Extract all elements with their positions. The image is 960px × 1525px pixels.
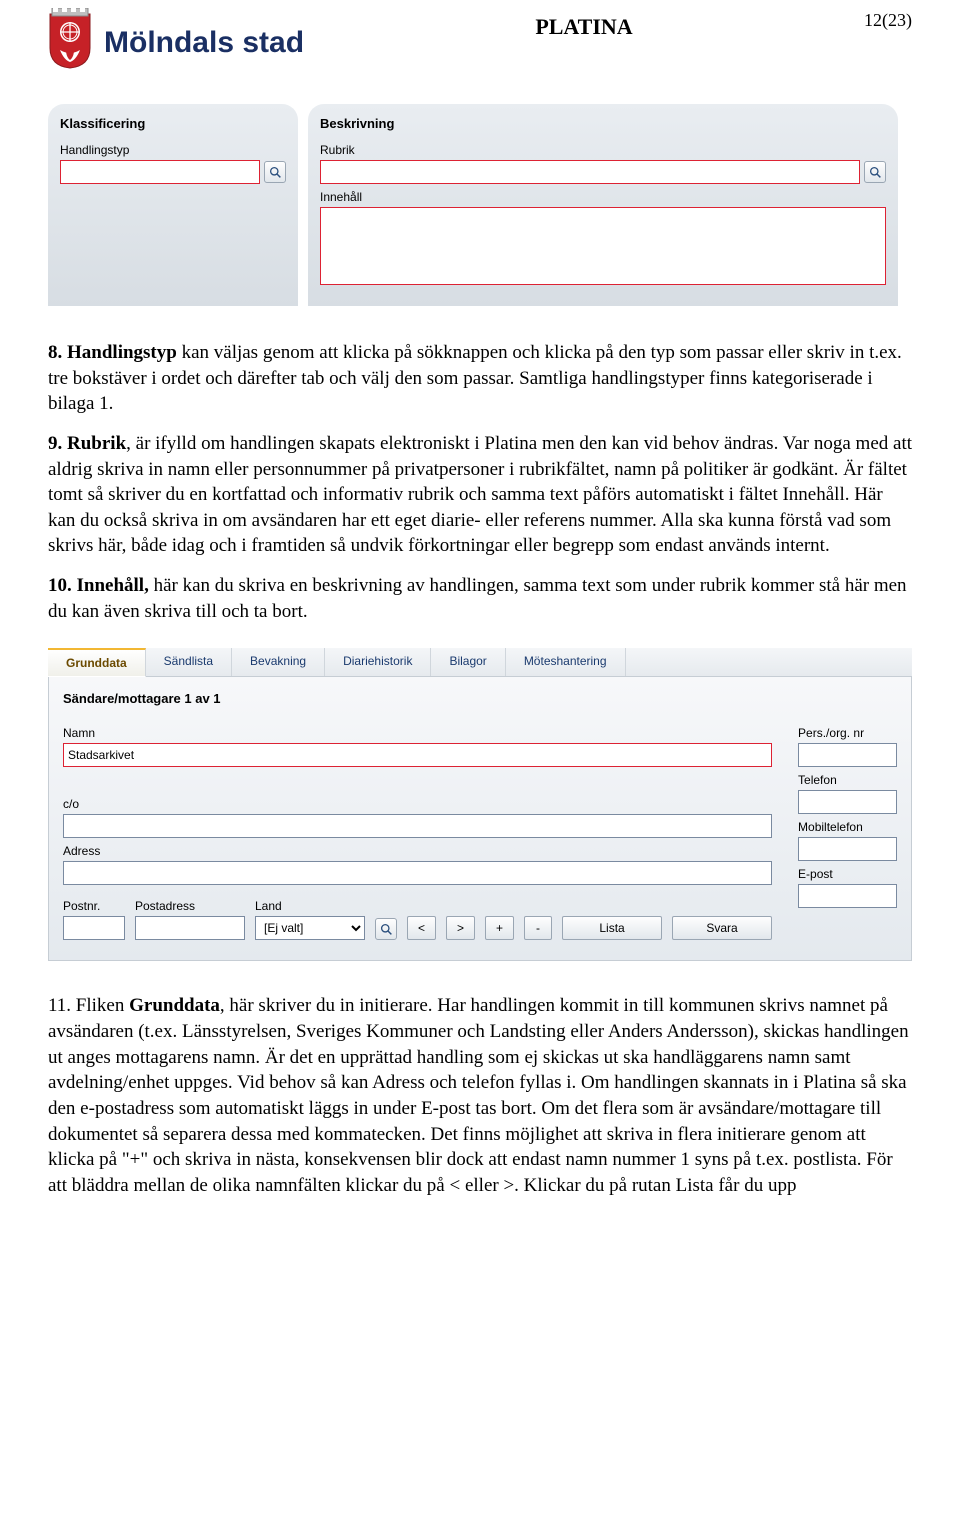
- para-8-rest: kan väljas genom att klicka på sökknappe…: [48, 342, 902, 414]
- rubrik-label: Rubrik: [320, 143, 886, 157]
- panel-klassificering-title: Klassificering: [60, 116, 286, 131]
- postadress-input[interactable]: [135, 916, 245, 940]
- tab-moteshantering[interactable]: Möteshantering: [506, 648, 626, 676]
- lista-button[interactable]: Lista: [562, 916, 662, 940]
- tab-bar: Grunddata Sändlista Bevakning Diariehist…: [48, 648, 912, 677]
- para-9-lead: 9. Rubrik: [48, 433, 126, 454]
- magnifier-icon: [380, 923, 393, 936]
- handlingstyp-input[interactable]: [60, 160, 260, 184]
- mobil-label: Mobiltelefon: [798, 820, 897, 834]
- tab-body-grunddata: Sändare/mottagare 1 av 1 Namn c/o Adress…: [48, 677, 912, 961]
- epost-input[interactable]: [798, 884, 897, 908]
- rubrik-search-button[interactable]: [864, 161, 886, 183]
- para-10-rest: här kan du skriva en beskrivning av hand…: [48, 575, 907, 622]
- adress-label: Adress: [63, 844, 772, 858]
- rubrik-input[interactable]: [320, 160, 860, 184]
- panel-beskrivning-title: Beskrivning: [320, 116, 886, 131]
- para-8-lead: 8. Handlingstyp: [48, 342, 177, 363]
- para-11-b: Grunddata: [129, 995, 220, 1016]
- para-9-rest: , är ifylld om handlingen skapats elektr…: [48, 433, 912, 557]
- telefon-input[interactable]: [798, 790, 897, 814]
- crest-shield-icon: [48, 8, 92, 70]
- handlingstyp-label: Handlingstyp: [60, 143, 286, 157]
- tab-bilagor[interactable]: Bilagor: [431, 648, 505, 676]
- co-label: c/o: [63, 797, 772, 811]
- para-10: 10. Innehåll, här kan du skriva en beskr…: [48, 573, 912, 624]
- handlingstyp-search-button[interactable]: [264, 161, 286, 183]
- para-10-lead: 10. Innehåll,: [48, 575, 149, 596]
- prev-button[interactable]: <: [407, 916, 436, 940]
- next-button[interactable]: >: [446, 916, 475, 940]
- co-input[interactable]: [63, 814, 772, 838]
- postadress-label: Postadress: [135, 899, 245, 913]
- innehall-textarea[interactable]: [320, 207, 886, 285]
- persorg-input[interactable]: [798, 743, 897, 767]
- tab-diariehistorik[interactable]: Diariehistorik: [325, 648, 431, 676]
- plus-button[interactable]: +: [485, 916, 514, 940]
- telefon-label: Telefon: [798, 773, 897, 787]
- doc-title: PLATINA: [316, 8, 852, 40]
- minus-button[interactable]: -: [524, 916, 552, 940]
- epost-label: E-post: [798, 867, 897, 881]
- logo-text: Mölndals stad: [104, 26, 304, 60]
- para-8: 8. Handlingstyp kan väljas genom att kli…: [48, 340, 912, 417]
- page-number: 12(23): [864, 8, 912, 31]
- para-11-c: , här skriver du in initierare. Har hand…: [48, 995, 909, 1195]
- tab-bevakning[interactable]: Bevakning: [232, 648, 325, 676]
- sandare-section-title: Sändare/mottagare 1 av 1: [63, 691, 897, 706]
- persorg-label: Pers./org. nr: [798, 726, 897, 740]
- para-9: 9. Rubrik, är ifylld om handlingen skapa…: [48, 431, 912, 559]
- svara-button[interactable]: Svara: [672, 916, 772, 940]
- namn-label: Namn: [63, 726, 772, 740]
- panel-beskrivning: Beskrivning Rubrik Innehåll: [308, 104, 898, 306]
- para-11: 11. Fliken Grunddata, här skriver du in …: [48, 993, 912, 1198]
- para-11-a: 11. Fliken: [48, 995, 129, 1016]
- tab-grunddata[interactable]: Grunddata: [48, 648, 146, 677]
- tab-sandlista[interactable]: Sändlista: [146, 648, 232, 676]
- postnr-input[interactable]: [63, 916, 125, 940]
- panel-klassificering: Klassificering Handlingstyp: [48, 104, 298, 306]
- adress-input[interactable]: [63, 861, 772, 885]
- land-search-button[interactable]: [375, 918, 397, 940]
- mobil-input[interactable]: [798, 837, 897, 861]
- postnr-label: Postnr.: [63, 899, 125, 913]
- land-label: Land: [255, 899, 365, 913]
- magnifier-icon: [869, 166, 882, 179]
- land-select[interactable]: [Ej valt]: [255, 916, 365, 940]
- innehall-label: Innehåll: [320, 190, 886, 204]
- magnifier-icon: [269, 166, 282, 179]
- namn-input[interactable]: [63, 743, 772, 767]
